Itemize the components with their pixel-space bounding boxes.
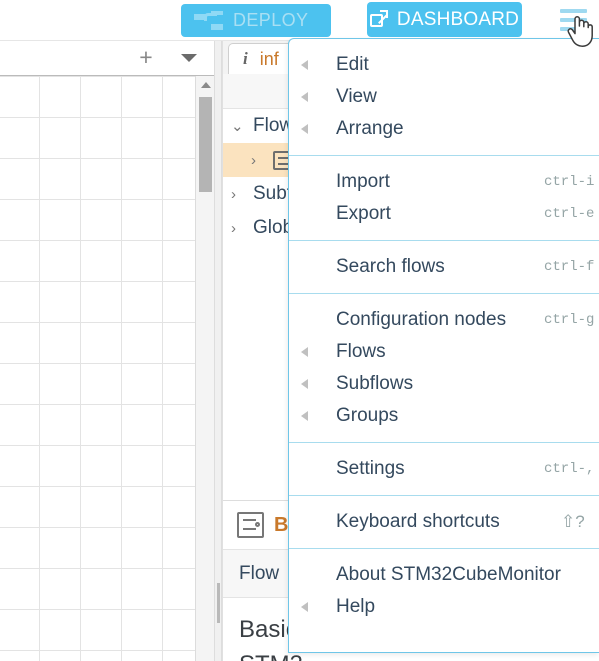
menu-item-keyboard-shortcuts[interactable]: Keyboard shortcuts ⇧? bbox=[289, 506, 599, 538]
menu-item-shortcut: ctrl-f bbox=[544, 259, 595, 275]
scrollbar-thumb[interactable] bbox=[199, 97, 212, 192]
menu-item-export[interactable]: Export ctrl-e bbox=[289, 198, 599, 230]
external-link-icon bbox=[369, 10, 389, 29]
menu-item-view[interactable]: View bbox=[289, 81, 599, 113]
submenu-arrow-icon bbox=[301, 92, 308, 102]
menu-item-about[interactable]: About STM32CubeMonitor bbox=[289, 559, 599, 591]
submenu-arrow-icon bbox=[301, 124, 308, 134]
menu-item-label: Groups bbox=[336, 405, 399, 426]
menu-item-edit[interactable]: Edit bbox=[289, 49, 599, 81]
dashboard-button[interactable]: DASHBOARD bbox=[367, 2, 522, 37]
menu-item-label: Arrange bbox=[336, 118, 404, 139]
menu-item-shortcut: ctrl-, bbox=[544, 461, 595, 477]
info-icon: i bbox=[243, 49, 248, 68]
menu-item-shortcut: ⇧? bbox=[561, 512, 585, 531]
menu-item-configuration-nodes[interactable]: Configuration nodes ctrl-g c bbox=[289, 304, 599, 336]
menu-item-help[interactable]: Help bbox=[289, 591, 599, 623]
flow-tab-bar: + bbox=[0, 40, 214, 76]
dashboard-button-label: DASHBOARD bbox=[396, 8, 520, 30]
submenu-arrow-icon bbox=[301, 347, 308, 357]
menu-item-label: Help bbox=[336, 596, 376, 617]
submenu-arrow-icon bbox=[301, 60, 308, 70]
flow-canvas[interactable] bbox=[0, 76, 195, 661]
submenu-arrow-icon bbox=[301, 379, 308, 389]
app-header: DEPLOY DASHBOARD bbox=[0, 0, 599, 41]
chevron-down-icon[interactable]: ⌄ bbox=[231, 117, 253, 135]
menu-item-settings[interactable]: Settings ctrl-, bbox=[289, 453, 599, 485]
menu-item-import[interactable]: Import ctrl-i bbox=[289, 166, 599, 198]
tab-info-label: inf bbox=[259, 48, 279, 69]
main-menu-dropdown: Edit View Arrange Import ctrl-i Export c… bbox=[288, 38, 599, 653]
menu-item-subflows[interactable]: Subflows bbox=[289, 368, 599, 400]
menu-item-groups[interactable]: Groups bbox=[289, 400, 599, 432]
menu-item-shortcut: ctrl-i bbox=[544, 174, 595, 190]
menu-group: Edit View Arrange bbox=[289, 39, 599, 156]
menu-group: Settings ctrl-, bbox=[289, 443, 599, 496]
menu-item-label: About STM32CubeMonitor bbox=[336, 564, 561, 585]
menu-item-label: Settings bbox=[336, 458, 405, 479]
menu-item-label: Import bbox=[336, 171, 390, 192]
flow-node-icon bbox=[237, 512, 264, 538]
menu-item-label: Flows bbox=[336, 341, 386, 362]
pane-resize-gutter[interactable] bbox=[214, 40, 222, 661]
menu-item-label: Export bbox=[336, 203, 391, 224]
menu-item-label: Configuration nodes bbox=[336, 309, 507, 330]
submenu-arrow-icon bbox=[301, 602, 308, 612]
scroll-up-arrow-icon[interactable] bbox=[201, 82, 211, 88]
menu-item-label: Search flows bbox=[336, 256, 445, 277]
menu-item-label: Edit bbox=[336, 54, 369, 75]
menu-group: Search flows ctrl-f bbox=[289, 241, 599, 294]
chevron-right-icon[interactable]: › bbox=[231, 220, 253, 237]
menu-item-flows[interactable]: Flows bbox=[289, 336, 599, 368]
info-panel-title: B bbox=[274, 513, 289, 536]
menu-item-shortcut: ctrl-g c bbox=[544, 312, 599, 328]
menu-item-label: View bbox=[336, 86, 377, 107]
submenu-arrow-icon bbox=[301, 411, 308, 421]
plus-icon[interactable]: + bbox=[137, 46, 155, 69]
caret-down-icon[interactable] bbox=[181, 54, 197, 62]
hamburger-menu-icon[interactable] bbox=[560, 9, 587, 31]
menu-item-label: Keyboard shortcuts bbox=[336, 511, 500, 532]
gutter-grip[interactable] bbox=[217, 583, 220, 623]
menu-group: Keyboard shortcuts ⇧? bbox=[289, 496, 599, 549]
menu-item-shortcut: ctrl-e bbox=[544, 206, 595, 222]
chevron-right-icon[interactable]: › bbox=[251, 152, 273, 169]
chevron-right-icon[interactable]: › bbox=[231, 186, 253, 203]
menu-group: About STM32CubeMonitor Help bbox=[289, 549, 599, 633]
menu-item-label: Subflows bbox=[336, 373, 414, 394]
canvas-vertical-scrollbar[interactable] bbox=[195, 76, 215, 661]
menu-group: Configuration nodes ctrl-g c Flows Subfl… bbox=[289, 294, 599, 443]
app-window: + i inf ⌄ Flow › › Subfl › Glob B Flow B… bbox=[0, 0, 599, 661]
menu-item-arrange[interactable]: Arrange bbox=[289, 113, 599, 145]
editor-left-pane: + bbox=[0, 40, 215, 661]
deploy-button-label: DEPLOY bbox=[233, 10, 309, 30]
deploy-button[interactable]: DEPLOY bbox=[181, 4, 331, 37]
deploy-flow-icon bbox=[194, 10, 224, 31]
menu-item-search-flows[interactable]: Search flows ctrl-f bbox=[289, 251, 599, 283]
menu-group: Import ctrl-i Export ctrl-e bbox=[289, 156, 599, 241]
